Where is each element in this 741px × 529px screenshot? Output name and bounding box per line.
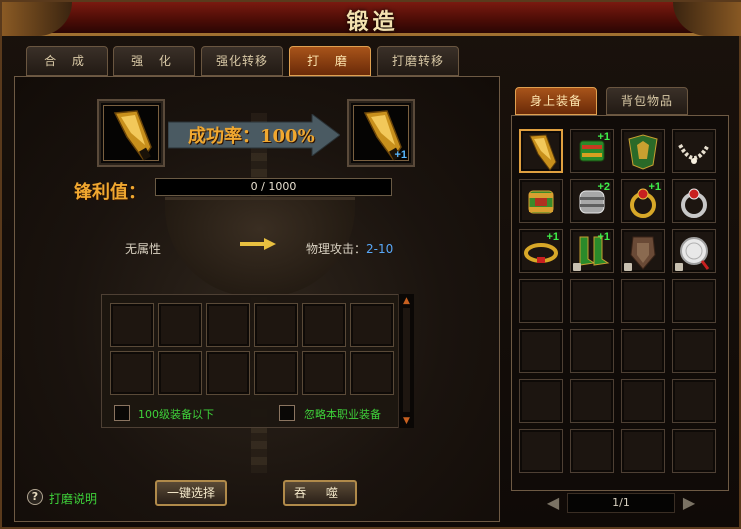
empty-equipment-slot[interactable] (519, 279, 563, 323)
attribute-arrow-icon (240, 238, 276, 250)
material-slot[interactable] (206, 303, 250, 347)
plus-badge: +1 (546, 231, 559, 243)
empty-equipment-slot[interactable] (672, 429, 716, 473)
equipment-slot[interactable] (621, 229, 665, 273)
empty-equipment-slot[interactable] (570, 429, 614, 473)
sharpness-value: 0 / 1000 (250, 180, 297, 193)
filter-class-label: 忽略本职业装备 (304, 408, 381, 421)
empty-equipment-slot[interactable] (672, 379, 716, 423)
filter-level-checkbox[interactable] (114, 405, 130, 421)
material-slot[interactable] (254, 303, 298, 347)
page-next-icon[interactable]: ▶ (682, 493, 696, 513)
equipment-slot[interactable] (621, 129, 665, 173)
help-icon[interactable]: ? (27, 489, 43, 505)
empty-equipment-slot[interactable] (672, 329, 716, 373)
equipment-slot[interactable] (672, 179, 716, 223)
tab-equipped[interactable]: 身上装备 (515, 87, 597, 115)
material-slot[interactable] (302, 303, 346, 347)
equipment-slot[interactable] (519, 129, 563, 173)
filter-level-label: 100级装备以下 (138, 408, 214, 421)
page-prev-icon[interactable]: ◀ (546, 493, 560, 513)
scroll-track[interactable] (403, 308, 410, 412)
equipment-slot[interactable]: +1 (621, 179, 665, 223)
material-slot[interactable] (110, 303, 154, 347)
success-rate-banner: 成功率：100% (168, 119, 338, 153)
equipment-slot[interactable]: +1 (519, 229, 563, 273)
equipment-slot[interactable] (519, 179, 563, 223)
plus-badge: +2 (597, 181, 610, 193)
lock-icon (675, 263, 683, 271)
attribute-after: 物理攻击：2-10 (306, 240, 393, 257)
material-slot[interactable] (158, 351, 202, 395)
title-bar: 锻造 (2, 2, 741, 36)
golden-sword-icon (529, 134, 557, 171)
scroll-up-icon[interactable]: ▲ (401, 296, 412, 306)
green-armor-icon (628, 134, 658, 170)
scroll-down-icon[interactable]: ▼ (401, 416, 412, 426)
equipment-slot[interactable]: +2 (570, 179, 614, 223)
golden-sword-icon (113, 110, 152, 161)
tab-enhance[interactable]: 强 化 (113, 46, 195, 76)
tab-polish[interactable]: 打 磨 (289, 46, 371, 76)
plus-badge: +1 (597, 131, 610, 143)
material-slot[interactable] (158, 303, 202, 347)
sharpness-label: 锋利值： (74, 182, 146, 203)
filter-class-checkbox[interactable] (279, 405, 295, 421)
material-slot[interactable] (110, 351, 154, 395)
window-title: 锻造 (346, 9, 399, 35)
attribute-after-value: 2-10 (366, 242, 394, 256)
silver-ring-icon (681, 188, 707, 218)
empty-equipment-slot[interactable] (570, 329, 614, 373)
empty-equipment-slot[interactable] (570, 379, 614, 423)
equipment-slot[interactable]: +1 (570, 229, 614, 273)
attribute-before: 无属性 (125, 242, 162, 256)
plus-badge: +1 (648, 181, 661, 193)
equipment-slot[interactable]: +1 (570, 129, 614, 173)
material-slot[interactable] (206, 351, 250, 395)
tooth-necklace-icon (678, 144, 710, 164)
lock-icon (573, 263, 581, 271)
empty-equipment-slot[interactable] (621, 429, 665, 473)
material-slot[interactable] (302, 351, 346, 395)
page-indicator: 1/1 (567, 493, 675, 513)
equipment-slot[interactable] (672, 129, 716, 173)
material-slot[interactable] (254, 351, 298, 395)
devour-button[interactable]: 吞 噬 (283, 480, 357, 506)
sharpness-bar: 0 / 1000 (155, 178, 392, 196)
tab-enhance-transfer[interactable]: 强化转移 (201, 46, 283, 76)
auto-select-button[interactable]: 一键选择 (155, 480, 227, 506)
equipment-slot[interactable] (672, 229, 716, 273)
attribute-after-label: 物理攻击： (306, 242, 367, 256)
empty-equipment-slot[interactable] (672, 279, 716, 323)
forge-window: 锻造 合 成 强 化 强化转移 打 磨 打磨转移 成功率：100% +1 锋利值… (0, 0, 741, 529)
empty-equipment-slot[interactable] (621, 379, 665, 423)
tab-backpack[interactable]: 背包物品 (606, 87, 688, 115)
polish-help-link[interactable]: 打磨说明 (49, 490, 97, 507)
source-item-slot[interactable] (97, 99, 165, 167)
result-item-slot: +1 (347, 99, 415, 167)
result-plus-badge: +1 (394, 149, 407, 161)
tab-polish-transfer[interactable]: 打磨转移 (377, 46, 459, 76)
empty-equipment-slot[interactable] (519, 429, 563, 473)
lock-icon (624, 263, 632, 271)
empty-equipment-slot[interactable] (570, 279, 614, 323)
empty-equipment-slot[interactable] (621, 329, 665, 373)
plus-badge: +1 (597, 231, 610, 243)
empty-equipment-slot[interactable] (621, 279, 665, 323)
tab-synthesis[interactable]: 合 成 (26, 46, 108, 76)
gold-bracer-icon (528, 190, 554, 214)
material-slot[interactable] (350, 303, 394, 347)
success-rate-text: 成功率：100% (188, 126, 315, 147)
material-slot[interactable] (350, 351, 394, 395)
empty-equipment-slot[interactable] (519, 379, 563, 423)
empty-equipment-slot[interactable] (519, 329, 563, 373)
material-scrollbar[interactable]: ▲ ▼ (398, 294, 414, 428)
equipment-panel: +1 +2 +1 +1 +1 (511, 115, 729, 491)
